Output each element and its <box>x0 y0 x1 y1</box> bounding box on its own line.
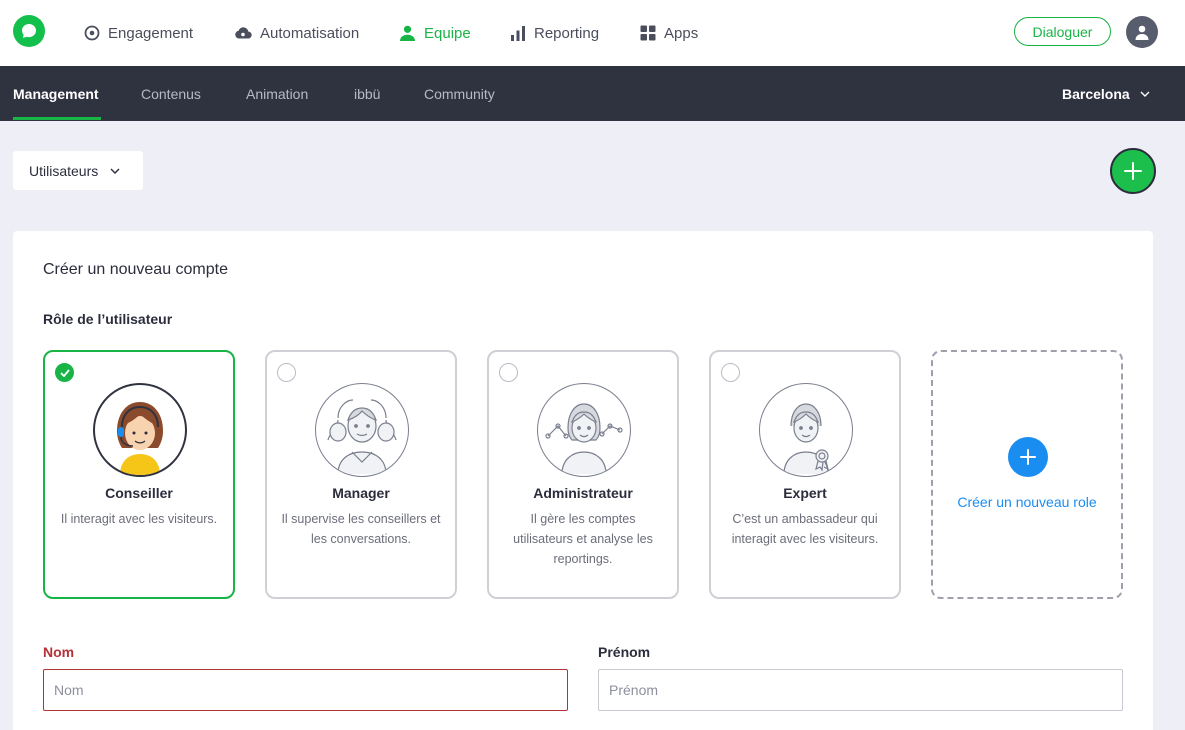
nav-apps[interactable]: Apps <box>640 0 698 66</box>
role-description: C’est un ambassadeur qui interagit avec … <box>731 512 879 546</box>
create-account-panel: Créer un nouveau compte Rôle de l’utilis… <box>13 231 1153 730</box>
location-label: Barcelona <box>1062 85 1130 102</box>
location-selector[interactable]: Barcelona <box>1062 66 1150 121</box>
tab-ibbu[interactable]: ibbü <box>354 66 380 121</box>
nav-apps-label: Apps <box>664 24 699 42</box>
nav-reporting-label: Reporting <box>534 24 600 42</box>
nom-label: Nom <box>43 644 75 660</box>
tab-contenus[interactable]: Contenus <box>141 66 201 121</box>
bar-chart-icon <box>511 26 525 41</box>
panel-title: Créer un nouveau compte <box>43 261 228 278</box>
create-new-role-card[interactable]: Créer un nouveau role <box>931 350 1123 599</box>
role-name: Administrateur <box>533 485 633 501</box>
app-logo-icon[interactable] <box>13 15 45 47</box>
sub-navigation: Management Contenus Animation ibbü Commu… <box>0 66 1185 121</box>
role-card-administrateur[interactable]: Administrateur Il gère les comptes utili… <box>487 350 679 599</box>
tab-animation[interactable]: Animation <box>246 66 308 121</box>
nav-engagement[interactable]: Engagement <box>84 0 193 66</box>
role-description: Il gère les comptes utilisateurs et anal… <box>513 512 653 566</box>
chevron-down-icon <box>110 168 120 174</box>
role-section-label: Rôle de l’utilisateur <box>43 311 173 327</box>
person-icon <box>400 25 415 41</box>
top-bar: Engagement Automatisation Equipe Reporti… <box>0 0 1185 66</box>
nav-equipe-label: Equipe <box>424 24 471 42</box>
tab-management[interactable]: Management <box>13 66 99 121</box>
nav-automatisation-label: Automatisation <box>260 24 360 42</box>
role-radio[interactable] <box>277 363 296 382</box>
administrateur-avatar-icon <box>537 383 631 477</box>
role-radio-checked[interactable] <box>55 363 74 382</box>
nav-reporting[interactable]: Reporting <box>510 0 599 66</box>
nav-engagement-label: Engagement <box>108 24 194 42</box>
role-description: Il supervise les conseillers et les conv… <box>281 512 441 546</box>
role-card-manager[interactable]: Manager Il supervise les conseillers et … <box>265 350 457 599</box>
plus-icon <box>1124 162 1142 180</box>
dialoguer-button[interactable]: Dialoguer <box>1014 17 1111 46</box>
target-icon <box>84 25 100 41</box>
role-description: Il interagit avec les visiteurs. <box>60 512 218 526</box>
role-card-expert[interactable]: Expert C’est un ambassadeur qui interagi… <box>709 350 901 599</box>
checkmark-icon <box>59 368 70 377</box>
tab-community[interactable]: Community <box>424 66 495 121</box>
grid-icon <box>640 25 656 41</box>
nav-automatisation[interactable]: Automatisation <box>234 0 359 66</box>
role-name: Manager <box>332 485 390 501</box>
cloud-gear-icon <box>235 27 252 39</box>
nom-input[interactable] <box>43 669 568 711</box>
role-name: Expert <box>783 485 827 501</box>
manager-avatar-icon <box>315 383 409 477</box>
users-dropdown-label: Utilisateurs <box>29 162 99 179</box>
conseiller-avatar-icon <box>93 383 187 477</box>
role-card-conseiller[interactable]: Conseiller Il interagit avec les visiteu… <box>43 350 235 599</box>
user-avatar-icon[interactable] <box>1126 16 1158 48</box>
plus-icon <box>1008 437 1048 477</box>
nav-equipe[interactable]: Equipe <box>399 0 471 66</box>
role-name: Conseiller <box>105 485 173 501</box>
expert-avatar-icon <box>759 383 853 477</box>
add-button[interactable] <box>1110 148 1156 194</box>
create-new-role-label: Créer un nouveau role <box>957 494 1097 510</box>
role-radio[interactable] <box>721 363 740 382</box>
prenom-input[interactable] <box>598 669 1123 711</box>
active-tab-indicator <box>13 117 101 120</box>
prenom-label: Prénom <box>598 644 651 660</box>
users-dropdown[interactable]: Utilisateurs <box>13 151 143 190</box>
role-radio[interactable] <box>499 363 518 382</box>
chevron-down-icon <box>1140 91 1150 97</box>
